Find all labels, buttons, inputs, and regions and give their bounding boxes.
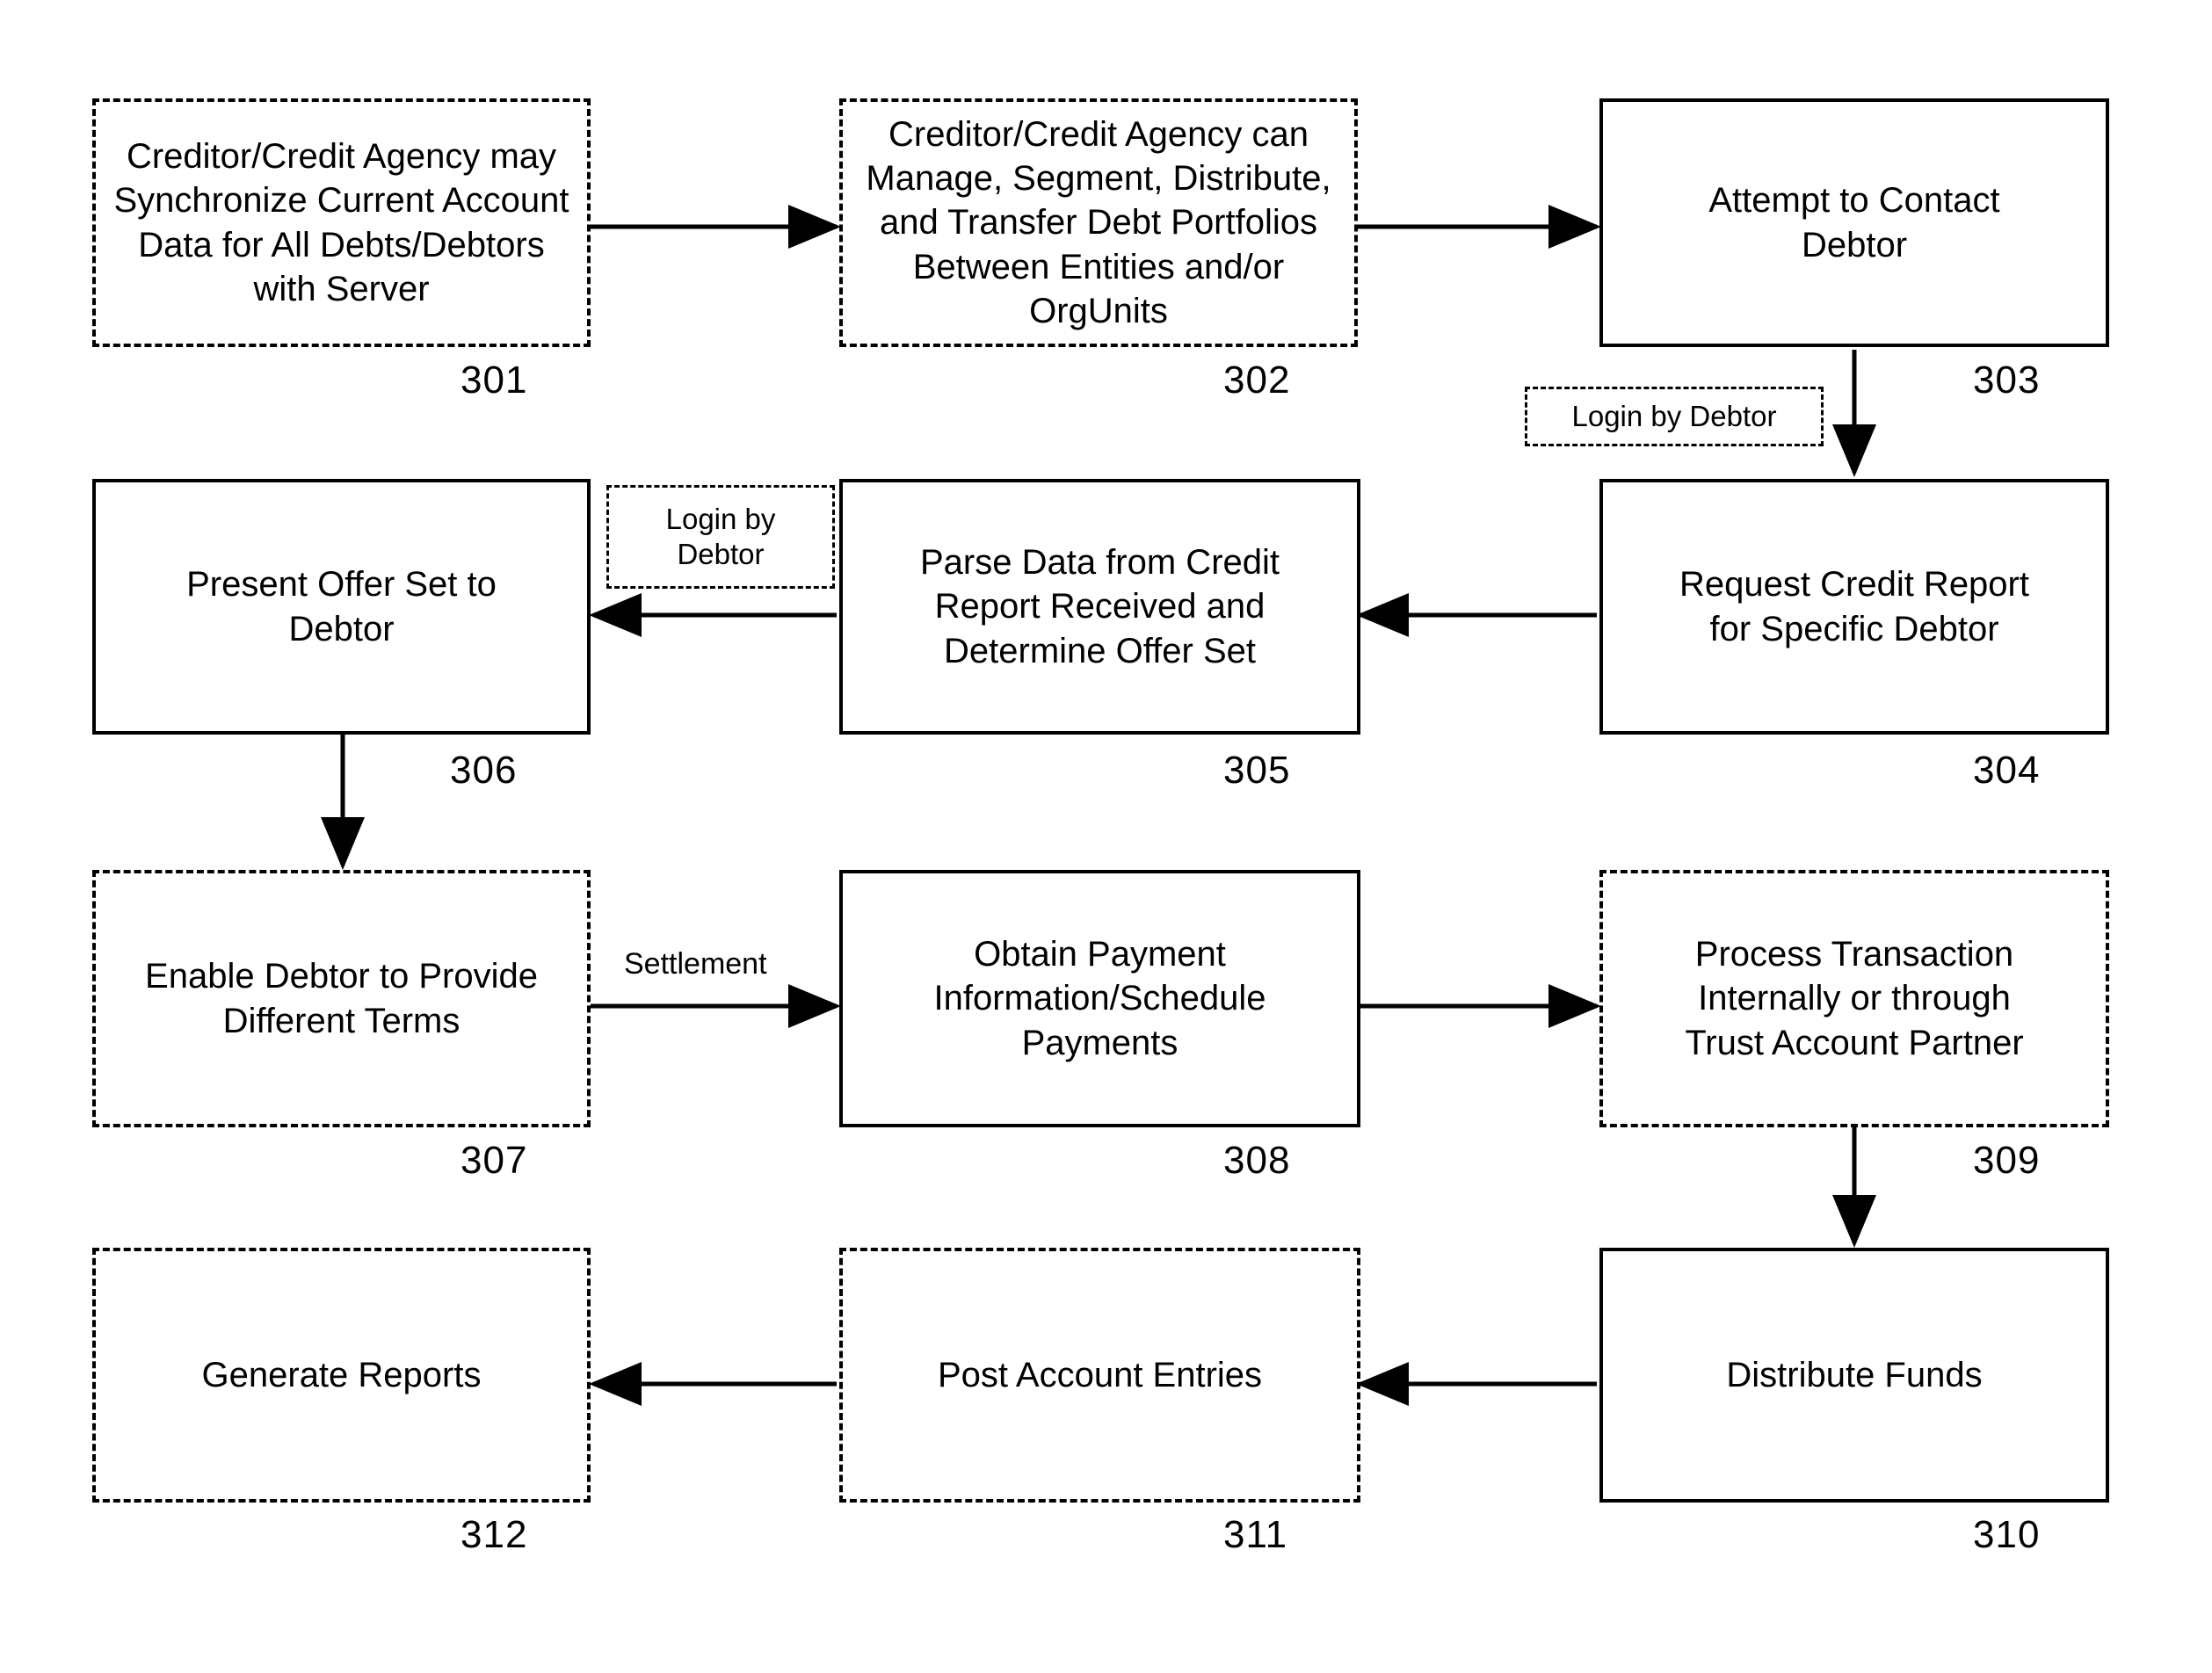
process-node-309-label: Process Transaction Internally or throug… (1685, 934, 2024, 1062)
process-node-307-label: Enable Debtor to Provide Different Terms (145, 957, 538, 1040)
ref-label-305: 305 (1223, 749, 1291, 792)
annotation-login-by-debtor-mid-label: Login by Debtor (665, 503, 776, 570)
ref-label-309: 309 (1973, 1139, 2041, 1182)
ref-label-302: 302 (1223, 358, 1291, 402)
annotation-login-by-debtor-top-label: Login by Debtor (1571, 400, 1777, 433)
process-node-312[interactable]: Generate Reports (92, 1248, 591, 1503)
process-node-306-label: Present Offer Set to Debtor (186, 565, 497, 648)
process-node-311[interactable]: Post Account Entries (839, 1248, 1360, 1503)
annotation-login-by-debtor-top: Login by Debtor (1525, 387, 1824, 446)
process-node-304[interactable]: Request Credit Report for Specific Debto… (1599, 479, 2109, 735)
ref-label-308: 308 (1223, 1139, 1291, 1182)
ref-label-310: 310 (1973, 1513, 2041, 1556)
process-node-310-label: Distribute Funds (1726, 1355, 1983, 1394)
process-node-302-label: Creditor/Credit Agency can Manage, Segme… (866, 114, 1331, 331)
ref-label-307: 307 (461, 1139, 528, 1182)
ref-label-301: 301 (461, 358, 528, 402)
process-node-310[interactable]: Distribute Funds (1599, 1248, 2109, 1503)
edge-label-settlement: Settlement (620, 947, 771, 981)
process-node-305-label: Parse Data from Credit Report Received a… (919, 542, 1280, 670)
process-node-301-label: Creditor/Credit Agency may Synchronize C… (113, 136, 569, 308)
process-node-311-label: Post Account Entries (937, 1355, 1263, 1394)
process-node-304-label: Request Credit Report for Specific Debto… (1679, 565, 2029, 648)
process-node-309[interactable]: Process Transaction Internally or throug… (1599, 870, 2109, 1127)
ref-label-312: 312 (461, 1513, 528, 1556)
process-node-307[interactable]: Enable Debtor to Provide Different Terms (92, 870, 591, 1127)
process-node-305[interactable]: Parse Data from Credit Report Received a… (839, 479, 1360, 735)
process-node-312-label: Generate Reports (201, 1355, 482, 1394)
ref-label-306: 306 (450, 749, 518, 792)
flowchart-canvas: Creditor/Credit Agency may Synchronize C… (0, 0, 2212, 1673)
ref-label-311: 311 (1223, 1513, 1288, 1556)
ref-label-304: 304 (1973, 749, 2041, 792)
process-node-303-label: Attempt to Contact Debtor (1708, 181, 2000, 264)
annotation-login-by-debtor-mid: Login by Debtor (606, 485, 835, 589)
process-node-301[interactable]: Creditor/Credit Agency may Synchronize C… (92, 98, 591, 347)
process-node-302[interactable]: Creditor/Credit Agency can Manage, Segme… (839, 98, 1358, 347)
process-node-306[interactable]: Present Offer Set to Debtor (92, 479, 591, 735)
process-node-303[interactable]: Attempt to Contact Debtor (1599, 98, 2109, 347)
process-node-308-label: Obtain Payment Information/Schedule Paym… (933, 934, 1266, 1062)
ref-label-303: 303 (1973, 358, 2041, 402)
process-node-308[interactable]: Obtain Payment Information/Schedule Paym… (839, 870, 1360, 1127)
